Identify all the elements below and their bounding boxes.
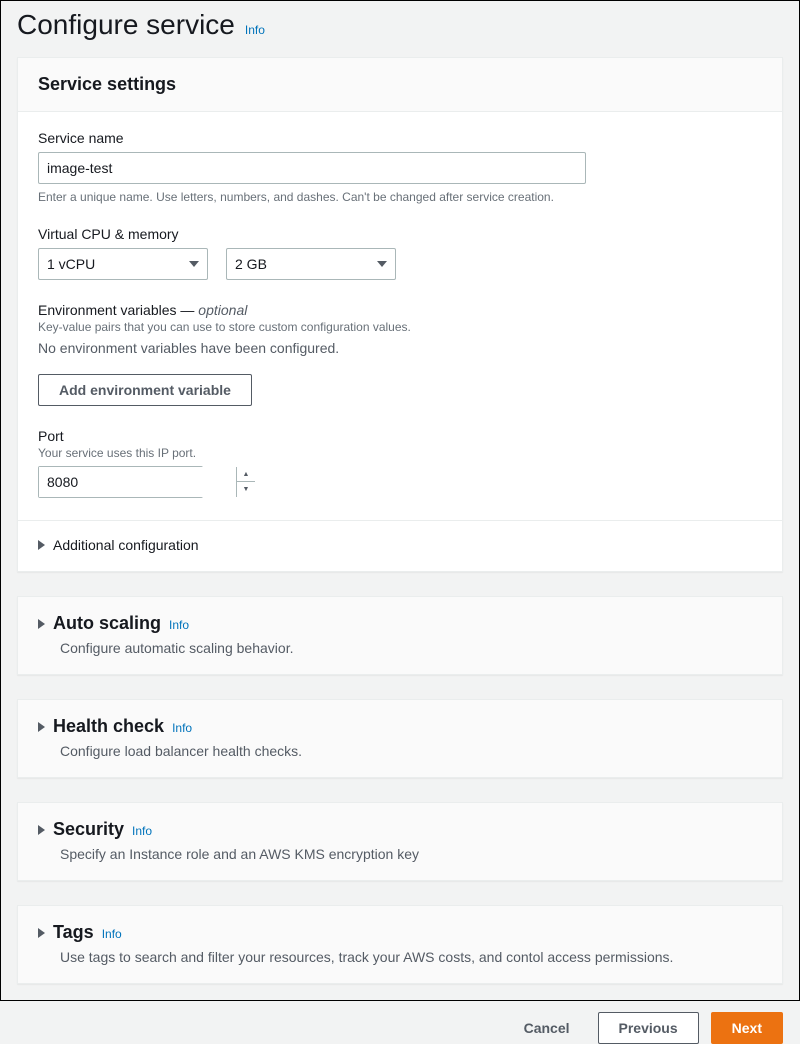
env-vars-label: Environment variables — optional <box>38 302 762 318</box>
optional-text: optional <box>198 302 247 318</box>
info-link[interactable]: Info <box>102 927 122 941</box>
security-panel: Security Info Specify an Instance role a… <box>17 802 783 881</box>
triangle-right-icon <box>38 825 45 835</box>
tags-title: Tags <box>53 922 94 943</box>
auto-scaling-toggle[interactable]: Auto scaling Info <box>38 613 762 634</box>
caret-down-icon <box>189 261 199 267</box>
health-check-description: Configure load balancer health checks. <box>60 743 762 759</box>
tags-toggle[interactable]: Tags Info <box>38 922 762 943</box>
page-title: Configure service <box>17 9 235 41</box>
info-link[interactable]: Info <box>245 23 265 37</box>
memory-select[interactable]: 2 GB <box>226 248 396 280</box>
security-toggle[interactable]: Security Info <box>38 819 762 840</box>
env-vars-hint: Key-value pairs that you can use to stor… <box>38 320 762 334</box>
health-check-panel: Health check Info Configure load balance… <box>17 699 783 778</box>
next-button[interactable]: Next <box>711 1012 783 1044</box>
additional-config-toggle[interactable]: Additional configuration <box>18 520 782 571</box>
tags-description: Use tags to search and filter your resou… <box>60 949 762 965</box>
triangle-right-icon <box>38 722 45 732</box>
previous-button[interactable]: Previous <box>598 1012 699 1044</box>
service-name-hint: Enter a unique name. Use letters, number… <box>38 190 762 204</box>
health-check-toggle[interactable]: Health check Info <box>38 716 762 737</box>
info-link[interactable]: Info <box>169 618 189 632</box>
triangle-right-icon <box>38 928 45 938</box>
triangle-right-icon <box>38 540 45 550</box>
security-title: Security <box>53 819 124 840</box>
health-check-title: Health check <box>53 716 164 737</box>
cpu-memory-label: Virtual CPU & memory <box>38 226 762 242</box>
info-link[interactable]: Info <box>132 824 152 838</box>
port-hint: Your service uses this IP port. <box>38 446 762 460</box>
cpu-select[interactable]: 1 vCPU <box>38 248 208 280</box>
port-input[interactable] <box>39 467 236 497</box>
env-vars-empty: No environment variables have been confi… <box>38 340 762 356</box>
service-settings-header: Service settings <box>18 58 782 112</box>
auto-scaling-title: Auto scaling <box>53 613 161 634</box>
auto-scaling-description: Configure automatic scaling behavior. <box>60 640 762 656</box>
service-settings-panel: Service settings Service name Enter a un… <box>17 57 783 572</box>
additional-config-label: Additional configuration <box>53 537 199 553</box>
port-label: Port <box>38 428 762 444</box>
caret-down-icon <box>377 261 387 267</box>
service-name-input[interactable] <box>38 152 586 184</box>
auto-scaling-panel: Auto scaling Info Configure automatic sc… <box>17 596 783 675</box>
security-description: Specify an Instance role and an AWS KMS … <box>60 846 762 862</box>
info-link[interactable]: Info <box>172 721 192 735</box>
triangle-right-icon <box>38 619 45 629</box>
service-name-label: Service name <box>38 130 762 146</box>
tags-panel: Tags Info Use tags to search and filter … <box>17 905 783 984</box>
port-increment-button[interactable]: ▲ <box>237 467 255 482</box>
add-env-var-button[interactable]: Add environment variable <box>38 374 252 406</box>
cpu-select-value: 1 vCPU <box>47 256 95 272</box>
port-decrement-button[interactable]: ▼ <box>237 482 255 497</box>
service-settings-title: Service settings <box>38 74 762 95</box>
memory-select-value: 2 GB <box>235 256 267 272</box>
cancel-button[interactable]: Cancel <box>508 1014 586 1042</box>
